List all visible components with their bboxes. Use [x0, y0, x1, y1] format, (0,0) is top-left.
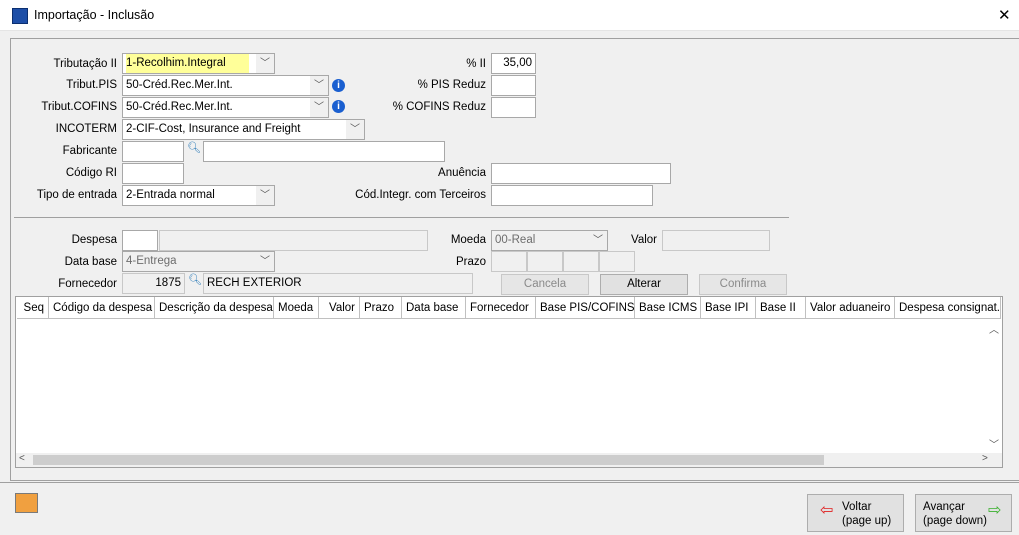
- divider: [14, 217, 789, 218]
- chevron-down-icon: ﹀: [346, 120, 364, 139]
- pct-cofins-reduz-label: % COFINS Reduz: [392, 101, 486, 113]
- column-header[interactable]: Prazo: [360, 297, 402, 319]
- column-header[interactable]: Descrição da despesa: [155, 297, 274, 319]
- anuencia-input[interactable]: [491, 163, 671, 184]
- window-title: Importação - Inclusão: [34, 8, 155, 22]
- scroll-left-icon[interactable]: <: [19, 453, 25, 464]
- scroll-down-icon[interactable]: ﹀: [989, 436, 999, 451]
- chevron-down-icon: ﹀: [256, 252, 274, 271]
- voltar-button[interactable]: ⇦ Voltar (page up): [807, 494, 904, 532]
- column-header[interactable]: Base PIS/COFINS: [536, 297, 635, 319]
- moeda-select: 00-Real ﹀: [491, 230, 608, 251]
- horizontal-scrollbar[interactable]: < >: [16, 453, 1002, 467]
- cod-integr-label: Cód.Integr. com Terceiros: [355, 189, 486, 201]
- voltar-sub: (page up): [842, 515, 892, 527]
- app-icon: [12, 8, 28, 24]
- scroll-up-icon[interactable]: ︿: [989, 321, 999, 336]
- search-icon[interactable]: 🔍︎: [188, 273, 202, 286]
- despesa-code-input[interactable]: [122, 230, 158, 251]
- prazo-label: Prazo: [455, 256, 486, 268]
- column-header[interactable]: Moeda: [274, 297, 319, 319]
- tipo-entrada-value: 2-Entrada normal: [126, 189, 215, 201]
- column-header[interactable]: Base ICMS: [635, 297, 701, 319]
- moeda-value: 00-Real: [495, 234, 536, 246]
- avancar-label: Avançar: [923, 501, 965, 513]
- data-base-value: 4-Entrega: [126, 255, 177, 267]
- scroll-right-icon[interactable]: >: [982, 453, 988, 464]
- fornecedor-code-input: 1875: [122, 273, 185, 294]
- alterar-button[interactable]: Alterar: [600, 274, 688, 295]
- calculator-icon[interactable]: [15, 493, 38, 513]
- data-base-label: Data base: [64, 256, 117, 268]
- cod-integr-input[interactable]: [491, 185, 653, 206]
- chevron-down-icon: ﹀: [589, 231, 607, 250]
- column-header[interactable]: Valor aduaneiro: [806, 297, 895, 319]
- close-button[interactable]: ✕: [998, 6, 1011, 24]
- codigo-ri-label: Código RI: [65, 167, 117, 179]
- tributacao-ii-label: Tributação II: [53, 58, 118, 70]
- incoterm-value: 2-CIF-Cost, Insurance and Freight: [126, 123, 301, 135]
- tribut-cofins-label: Tribut.COFINS: [41, 101, 117, 113]
- tribut-pis-select[interactable]: 50-Créd.Rec.Mer.Int. ﹀: [122, 75, 329, 96]
- avancar-button[interactable]: Avançar (page down) ⇨: [915, 494, 1012, 532]
- chevron-down-icon: ﹀: [256, 186, 274, 205]
- fornecedor-name-input: RECH EXTERIOR: [203, 273, 473, 294]
- footer-divider: [0, 482, 1019, 483]
- tributacao-ii-value: 1-Recolhim.Integral: [126, 54, 249, 73]
- fabricante-name-input[interactable]: [203, 141, 445, 162]
- cancela-button[interactable]: Cancela: [501, 274, 589, 295]
- chevron-down-icon: ﹀: [310, 76, 328, 95]
- voltar-label: Voltar: [842, 501, 872, 513]
- avancar-sub: (page down): [923, 515, 987, 527]
- prazo-input-4: [599, 251, 635, 272]
- data-base-select: 4-Entrega ﹀: [122, 251, 275, 272]
- pct-ii-input[interactable]: 35,00: [491, 53, 536, 74]
- pct-pis-reduz-input[interactable]: [491, 75, 536, 96]
- tipo-entrada-select[interactable]: 2-Entrada normal ﹀: [122, 185, 275, 206]
- tipo-entrada-label: Tipo de entrada: [36, 189, 117, 201]
- tribut-pis-value: 50-Créd.Rec.Mer.Int.: [126, 79, 233, 91]
- moeda-label: Moeda: [450, 234, 486, 246]
- tribut-pis-label: Tribut.PIS: [66, 79, 117, 91]
- prazo-input-3: [563, 251, 599, 272]
- vertical-scrollbar[interactable]: ︿ ﹀: [986, 319, 1002, 453]
- valor-input: [662, 230, 770, 251]
- scroll-thumb[interactable]: [33, 455, 824, 465]
- despesas-grid[interactable]: Seq Código da despesa Descrição da despesa…: [15, 296, 1003, 468]
- column-header[interactable]: Seq: [17, 297, 49, 319]
- column-header[interactable]: Valor: [319, 297, 360, 319]
- codigo-ri-input[interactable]: [122, 163, 184, 184]
- despesa-label: Despesa: [71, 234, 117, 246]
- arrow-left-icon: ⇦: [820, 502, 834, 519]
- valor-label: Valor: [631, 234, 657, 246]
- column-header[interactable]: Fornecedor: [466, 297, 536, 319]
- search-icon[interactable]: 🔍︎: [187, 141, 201, 154]
- fabricante-code-input[interactable]: [122, 141, 184, 162]
- tributacao-ii-select[interactable]: 1-Recolhim.Integral ﹀: [122, 53, 275, 74]
- chevron-down-icon: ﹀: [256, 54, 274, 73]
- tribut-cofins-value: 50-Créd.Rec.Mer.Int.: [126, 101, 233, 113]
- column-header[interactable]: Data base: [402, 297, 466, 319]
- fornecedor-label: Fornecedor: [58, 278, 117, 290]
- title-bar: Importação - Inclusão ✕: [0, 0, 1019, 31]
- chevron-down-icon: ﹀: [310, 98, 328, 117]
- confirma-button[interactable]: Confirma: [699, 274, 787, 295]
- incoterm-select[interactable]: 2-CIF-Cost, Insurance and Freight ﹀: [122, 119, 365, 140]
- pct-cofins-reduz-input[interactable]: [491, 97, 536, 118]
- pct-ii-label: % II: [466, 58, 486, 70]
- tribut-cofins-select[interactable]: 50-Créd.Rec.Mer.Int. ﹀: [122, 97, 329, 118]
- prazo-input-2: [527, 251, 563, 272]
- prazo-input-1: [491, 251, 527, 272]
- column-header[interactable]: Base II: [756, 297, 806, 319]
- despesa-desc-input: [159, 230, 428, 251]
- column-header[interactable]: Despesa consignat.: [895, 297, 1001, 319]
- column-header[interactable]: Código da despesa: [49, 297, 155, 319]
- arrow-right-icon: ⇨: [988, 502, 1002, 519]
- fabricante-label: Fabricante: [62, 145, 117, 157]
- column-header[interactable]: Base IPI: [701, 297, 756, 319]
- pct-pis-reduz-label: % PIS Reduz: [417, 79, 486, 91]
- anuencia-label: Anuência: [438, 167, 486, 179]
- incoterm-label: INCOTERM: [55, 123, 117, 135]
